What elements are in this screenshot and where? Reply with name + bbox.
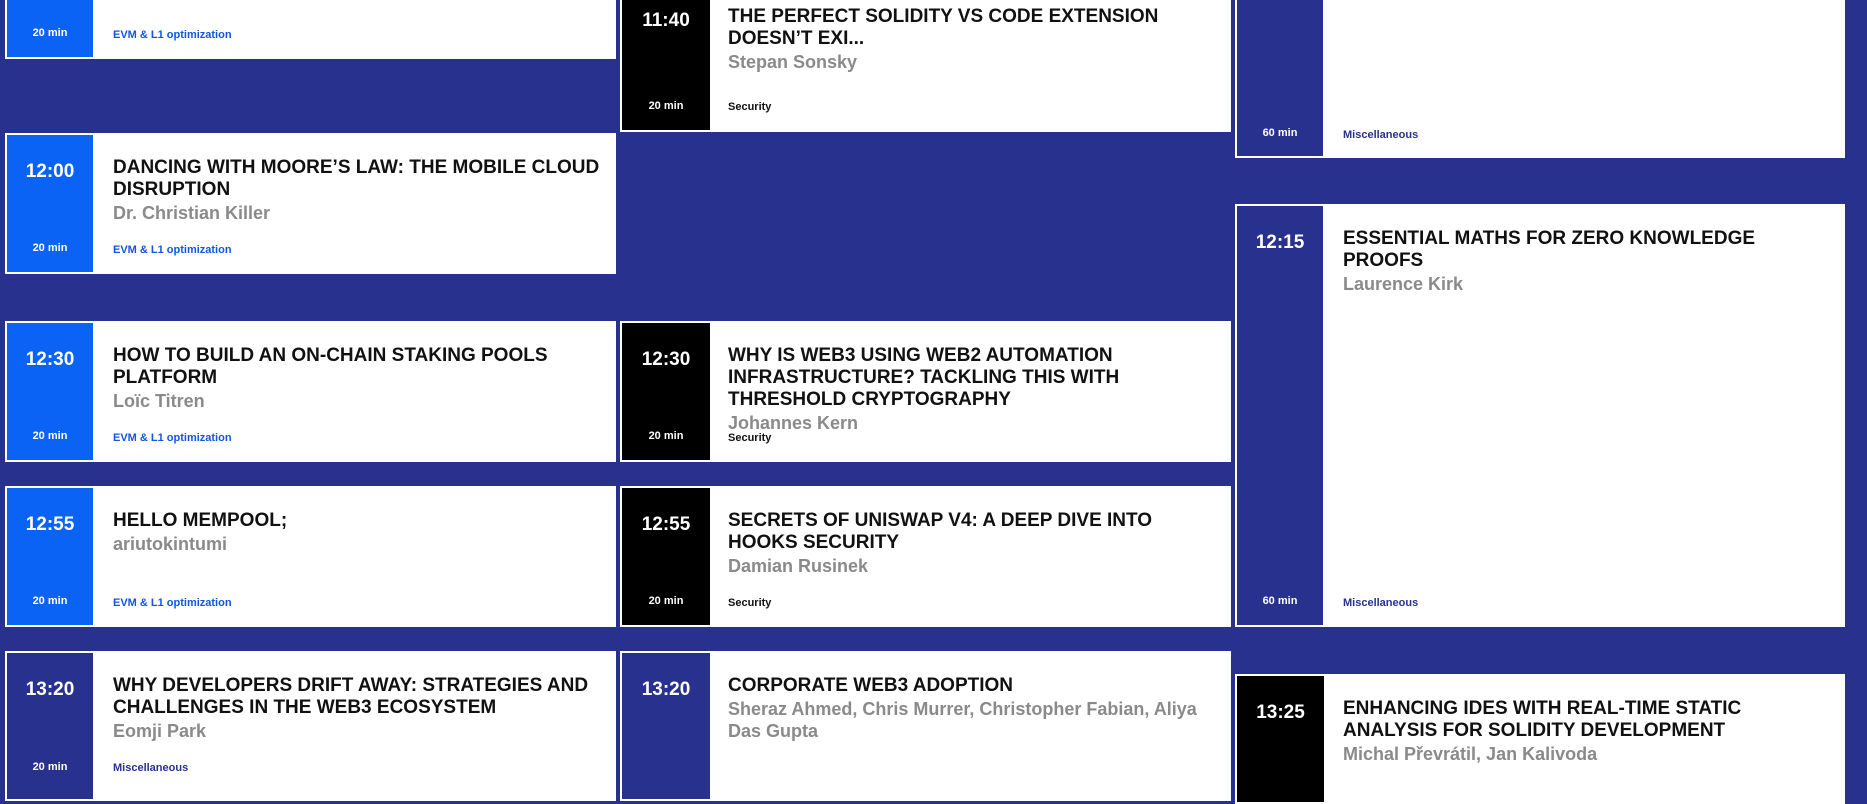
session-speaker: ariutokintumi (113, 534, 228, 554)
session-title: WHY IS WEB3 USING WEB2 AUTOMATION INFRAS… (728, 345, 1120, 410)
session-title: SECRETS OF UNISWAP V4: A DEEP DIVE INTO … (728, 510, 1153, 553)
session-content: HOW TO BUILD AN ON-CHAIN STAKING POOLS P… (113, 345, 600, 412)
session-track: EVM & L1 optimization (113, 597, 232, 609)
session-time: 11:40 (642, 10, 690, 31)
session-content: THE PERFECT SOLIDITY VS CODE EXTENSION D… (728, 6, 1215, 73)
session-content: ENHANCING IDES WITH REAL-TIME STATIC ANA… (1343, 698, 1829, 765)
session-content: ESSENTIAL MATHS FOR ZERO KNOWLEDGE PROOF… (1343, 228, 1829, 295)
session-card-evm-top[interactable]: 20 min EVM & L1 optimization (5, 0, 616, 59)
session-duration: 20 min (648, 595, 684, 607)
session-time: 12:00 (25, 161, 75, 182)
session-card-enhancing-ides[interactable]: 13:25 ENHANCING IDES WITH REAL-TIME STAT… (1235, 674, 1845, 804)
time-bar: 11:40 20 min (622, 0, 710, 130)
session-duration: 20 min (648, 100, 684, 112)
session-duration: 20 min (32, 430, 68, 442)
session-speaker: Eomji Park (113, 721, 207, 741)
session-track: EVM & L1 optimization (113, 432, 232, 444)
session-speaker: Sheraz Ahmed, Chris Murrer, Christopher … (728, 699, 1197, 741)
session-time: 12:15 (1255, 232, 1305, 253)
session-content: WHY IS WEB3 USING WEB2 AUTOMATION INFRAS… (728, 345, 1215, 434)
session-track: EVM & L1 optimization (113, 244, 232, 256)
time-bar: 13:20 (622, 653, 710, 799)
time-bar: 13:20 20 min (7, 653, 93, 799)
session-card-developers-drift-away[interactable]: 13:20 20 min WHY DEVELOPERS DRIFT AWAY: … (5, 651, 616, 801)
time-bar: 12:55 20 min (622, 488, 710, 625)
session-duration: 60 min (1262, 127, 1298, 139)
session-duration: 60 min (1262, 595, 1298, 607)
session-title: CORPORATE WEB3 ADOPTION (728, 675, 1014, 696)
session-card-misc-top[interactable]: 60 min Miscellaneous (1235, 0, 1845, 158)
session-speaker: Stepan Sonsky (728, 52, 858, 72)
session-title: ENHANCING IDES WITH REAL-TIME STATIC ANA… (1343, 698, 1742, 741)
session-title: ESSENTIAL MATHS FOR ZERO KNOWLEDGE PROOF… (1343, 228, 1756, 271)
session-title: THE PERFECT SOLIDITY VS CODE EXTENSION D… (728, 6, 1159, 49)
session-track: Security (728, 101, 772, 113)
session-time: 13:25 (1256, 702, 1305, 723)
session-duration: 20 min (32, 242, 68, 254)
session-duration: 20 min (648, 430, 684, 442)
session-duration: 20 min (32, 761, 68, 773)
session-card-hello-mempool[interactable]: 12:55 20 min HELLO MEMPOOL; ariutokintum… (5, 486, 616, 627)
session-card-secrets-of-uniswap-v4[interactable]: 12:55 20 min SECRETS OF UNISWAP V4: A DE… (620, 486, 1231, 627)
time-bar: 20 min (7, 0, 93, 57)
session-speaker: Johannes Kern (728, 413, 859, 433)
session-track: Security (728, 432, 772, 444)
session-time: 12:55 (25, 514, 75, 535)
session-track: Miscellaneous (113, 762, 189, 774)
session-card-corporate-web3-adoption[interactable]: 13:20 CORPORATE WEB3 ADOPTION Sheraz Ahm… (620, 651, 1231, 801)
session-title: HELLO MEMPOOL; (113, 510, 288, 531)
session-track: Miscellaneous (1343, 129, 1419, 141)
time-bar: 12:00 20 min (7, 135, 93, 272)
session-card-dancing-with-moores-law[interactable]: 12:00 20 min DANCING WITH MOORE’S LAW: T… (5, 133, 616, 274)
session-card-staking-pools[interactable]: 12:30 20 min HOW TO BUILD AN ON-CHAIN ST… (5, 321, 616, 462)
time-bar: 60 min (1237, 0, 1323, 156)
session-time: 12:30 (25, 349, 75, 370)
session-time: 12:55 (641, 514, 691, 535)
session-card-essential-maths-zk-proofs[interactable]: 12:15 60 min ESSENTIAL MATHS FOR ZERO KN… (1235, 204, 1845, 627)
time-bar: 12:55 20 min (7, 488, 93, 625)
session-title: WHY DEVELOPERS DRIFT AWAY: STRATEGIES AN… (113, 675, 589, 718)
session-time: 12:30 (641, 349, 691, 370)
session-card-solidity-vs-code-extension[interactable]: 11:40 20 min THE PERFECT SOLIDITY VS COD… (620, 0, 1231, 132)
session-title: DANCING WITH MOORE’S LAW: THE MOBILE CLO… (113, 157, 600, 200)
session-content: CORPORATE WEB3 ADOPTION Sheraz Ahmed, Ch… (728, 675, 1215, 742)
time-bar: 12:30 20 min (7, 323, 93, 460)
session-time: 13:20 (641, 679, 691, 700)
session-title: HOW TO BUILD AN ON-CHAIN STAKING POOLS P… (113, 345, 548, 388)
session-content: HELLO MEMPOOL; ariutokintumi (113, 510, 600, 555)
session-track: Security (728, 597, 772, 609)
session-content: DANCING WITH MOORE’S LAW: THE MOBILE CLO… (113, 157, 600, 224)
session-speaker: Loïc Titren (113, 391, 205, 411)
session-content: WHY DEVELOPERS DRIFT AWAY: STRATEGIES AN… (113, 675, 600, 742)
session-speaker: Michal Převrátil, Jan Kalivoda (1343, 744, 1598, 764)
session-time: 13:20 (25, 679, 75, 700)
session-duration: 20 min (32, 27, 68, 39)
session-card-web3-web2-automation[interactable]: 12:30 20 min WHY IS WEB3 USING WEB2 AUTO… (620, 321, 1231, 462)
session-track: Miscellaneous (1343, 597, 1419, 609)
session-track: EVM & L1 optimization (113, 29, 232, 41)
session-speaker: Laurence Kirk (1343, 274, 1464, 294)
session-speaker: Damian Rusinek (728, 556, 869, 576)
time-bar: 12:30 20 min (622, 323, 710, 460)
session-content: SECRETS OF UNISWAP V4: A DEEP DIVE INTO … (728, 510, 1215, 577)
session-speaker: Dr. Christian Killer (113, 203, 271, 223)
time-bar: 12:15 60 min (1237, 206, 1323, 625)
session-duration: 20 min (32, 595, 68, 607)
time-bar: 13:25 (1237, 676, 1324, 802)
